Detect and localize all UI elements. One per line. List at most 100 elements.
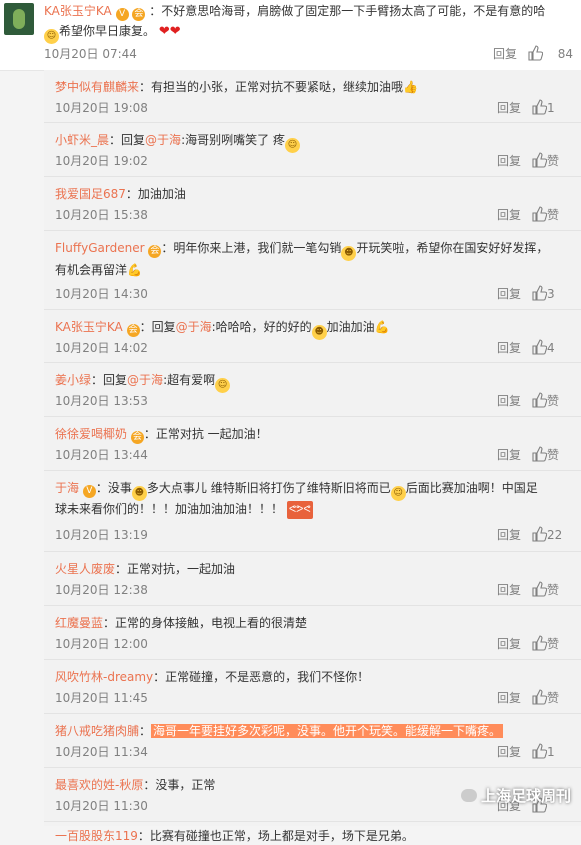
like-thumb-icon[interactable] — [529, 392, 549, 410]
cheer-emoji-icon: ᕙᕗᕙ — [286, 501, 313, 519]
comment-time: 10月20日 07:44 — [44, 47, 137, 61]
reply-button[interactable]: 回复 — [497, 206, 521, 224]
reply-button[interactable]: 回复 — [497, 635, 521, 653]
like-thumb-icon[interactable] — [529, 152, 549, 170]
laughing-emoji-icon: ☺ — [390, 486, 406, 501]
reply-username[interactable]: 小虾米_晨 — [55, 133, 109, 147]
like-thumb-icon[interactable] — [529, 285, 549, 303]
reply-button[interactable]: 回复 — [497, 99, 521, 117]
vip-badge-icon: 会 — [132, 8, 146, 21]
grin-emoji-icon: ☻ — [131, 486, 147, 501]
reply-button[interactable]: 回复 — [493, 45, 517, 63]
verified-badge-icon: V — [82, 485, 96, 498]
reply-item: 我爱国足687：加油加油 10月20日 15:38 回复 赞 — [44, 177, 581, 231]
like-count: 赞 — [547, 154, 560, 168]
reply-username[interactable]: 最喜欢的姓-秋原 — [55, 778, 143, 792]
reply-button[interactable]: 回复 — [497, 152, 521, 170]
reply-text: 比赛有碰撞也正常，场上都是对手，场下是兄弟。 — [149, 829, 414, 843]
reply-time: 10月20日 12:38 — [55, 583, 148, 597]
reply-item: FluffyGardener 会：明年你来上港，我们就一笔勾销 ☻ 开玩笑啦，希望你… — [44, 231, 581, 310]
mention-link[interactable]: @于海 — [176, 320, 212, 334]
reply-item: 红魔曼蓝：正常的身体接触，电视上看的很清楚 10月20日 12:00 回复 赞 — [44, 606, 581, 660]
reply-button[interactable]: 回复 — [497, 743, 521, 761]
like-thumb-icon[interactable] — [529, 446, 549, 464]
verified-badge-icon: V — [115, 8, 129, 21]
reply-username[interactable]: 猪八戒吃猪肉脯 — [55, 724, 139, 738]
grin-emoji-icon: ☻ — [341, 246, 357, 261]
avatar[interactable] — [4, 3, 34, 35]
reply-username[interactable]: 姜小绿 — [55, 373, 91, 387]
reply-text: 有担当的小张，正常对抗不要紧哒，继续加油哦 — [151, 80, 404, 94]
comment-line-2: ☺ 希望你早日康复。 ❤❤ — [44, 22, 181, 44]
reply-time: 10月20日 14:30 — [55, 287, 148, 301]
reply-item: 一百股股东119：比赛有碰撞也正常，场上都是对手，场下是兄弟。 — [55, 829, 414, 843]
reply-username[interactable]: 于海 — [55, 481, 79, 495]
like-thumb-icon[interactable] — [529, 206, 549, 224]
reply-username[interactable]: 风吹竹林-dreamy — [55, 670, 153, 684]
like-thumb-icon[interactable] — [529, 581, 549, 599]
smile-emoji-icon: ☺ — [215, 378, 231, 393]
reply-text: 正常的身体接触，电视上看的很清楚 — [115, 616, 308, 630]
like-thumb-icon[interactable] — [525, 45, 545, 63]
reply-username[interactable]: FluffyGardener — [55, 241, 145, 255]
reply-item: KA张玉宁KA 会：回复@于海:哈哈哈，好的好的 ☻ 加油加油💪 10月20日 14… — [44, 310, 581, 363]
like-count: 赞 — [547, 583, 560, 597]
reply-button[interactable]: 回复 — [497, 339, 521, 357]
reply-username[interactable]: 红魔曼蓝 — [55, 616, 103, 630]
like-count: 22 — [547, 528, 563, 542]
reply-time: 10月20日 19:02 — [55, 154, 148, 168]
reply-time: 10月20日 15:38 — [55, 208, 148, 222]
reply-username[interactable]: 梦中似有麒麟来 — [55, 80, 139, 94]
like-count: 3 — [547, 287, 555, 301]
reply-button[interactable]: 回复 — [497, 689, 521, 707]
reply-item: 徐徐爱喝椰奶 会：正常对抗 一起加油！ 10月20日 13:44 回复 赞 — [44, 417, 581, 471]
reply-button[interactable]: 回复 — [497, 446, 521, 464]
mention-link[interactable]: @于海 — [127, 373, 163, 387]
reply-username[interactable]: 我爱国足687 — [55, 187, 126, 201]
reply-item: 猪八戒吃猪肉脯： 海哥一年要挂好多次彩呢，没事。他开个玩笑。能缓解一下嘴疼。 10… — [44, 714, 581, 768]
reply-button[interactable]: 回复 — [497, 526, 521, 544]
reply-text: 明年你来上港，我们就一笔勾销 — [173, 241, 342, 255]
reply-text: :哈哈哈，好的好的 — [211, 320, 312, 334]
separator: ： — [149, 4, 162, 18]
vip-badge-icon: 会 — [126, 324, 140, 337]
reply-text-highlighted: 海哥一年要挂好多次彩呢，没事。他开个玩笑。能缓解一下嘴疼。 — [151, 724, 504, 738]
like-thumb-icon[interactable] — [529, 339, 549, 357]
reply-button[interactable]: 回复 — [497, 392, 521, 410]
heart-emoji-icon: ❤ — [169, 24, 181, 39]
vip-badge-icon: 会 — [130, 431, 144, 444]
reply-button[interactable]: 回复 — [497, 285, 521, 303]
reply-item: 火星人废废：正常对抗，一起加油 10月20日 12:38 回复 赞 — [44, 552, 581, 606]
reply-username[interactable]: 火星人废废 — [55, 562, 115, 576]
reply-text: 加油加油 — [137, 187, 186, 201]
reply-username[interactable]: KA张玉宁KA — [55, 320, 123, 334]
reply-item: 于海 V ：没事 ☻ 多大点事儿 维特斯旧将打伤了维特斯旧将而已 ☺ 后面比赛加油啊！中国… — [44, 471, 581, 552]
reply-time: 10月20日 12:00 — [55, 637, 148, 651]
like-thumb-icon[interactable] — [529, 99, 549, 117]
reply-username[interactable]: 徐徐爱喝椰奶 — [55, 427, 127, 441]
like-thumb-icon[interactable] — [529, 743, 549, 761]
muscle-emoji-icon: 💪 — [127, 263, 142, 277]
wechat-icon — [460, 789, 477, 802]
thumbs-up-emoji-icon: 👍 — [403, 80, 418, 94]
like-count: 赞 — [547, 208, 560, 222]
comment-text: 不好意思哈海哥，肩膀做了固定那一下手臂扬太高了可能，不是有意的哈 — [161, 4, 546, 18]
laughing-emoji-icon: ☺ — [284, 138, 300, 153]
like-count: 赞 — [547, 637, 560, 651]
like-thumb-icon[interactable] — [529, 526, 549, 544]
reply-username[interactable]: 一百股股东119 — [55, 829, 138, 843]
reply-list: 梦中似有麒麟来：有担当的小张，正常对抗不要紧哒，继续加油哦👍 10月20日 19… — [44, 70, 581, 843]
like-thumb-icon[interactable] — [529, 689, 549, 707]
reply-text-2: 球未来看你们的！！！加油加油加油！！！ — [55, 502, 284, 516]
reply-button[interactable]: 回复 — [497, 581, 521, 599]
like-count: 赞 — [547, 448, 560, 462]
like-thumb-icon[interactable] — [529, 635, 549, 653]
reply-time: 10月20日 19:08 — [55, 101, 148, 115]
reply-item: 姜小绿：回复@于海:超有爱啊 ☺ 10月20日 13:53 回复 赞 — [44, 363, 581, 417]
mention-link[interactable]: @于海 — [145, 133, 181, 147]
like-count: 84 — [557, 47, 573, 61]
reply-time: 10月20日 11:30 — [55, 799, 148, 813]
laughing-emoji-icon: ☺ — [44, 29, 59, 44]
comment-username[interactable]: KA张玉宁KA — [44, 4, 112, 18]
muscle-emoji-icon: 💪 — [374, 320, 390, 334]
